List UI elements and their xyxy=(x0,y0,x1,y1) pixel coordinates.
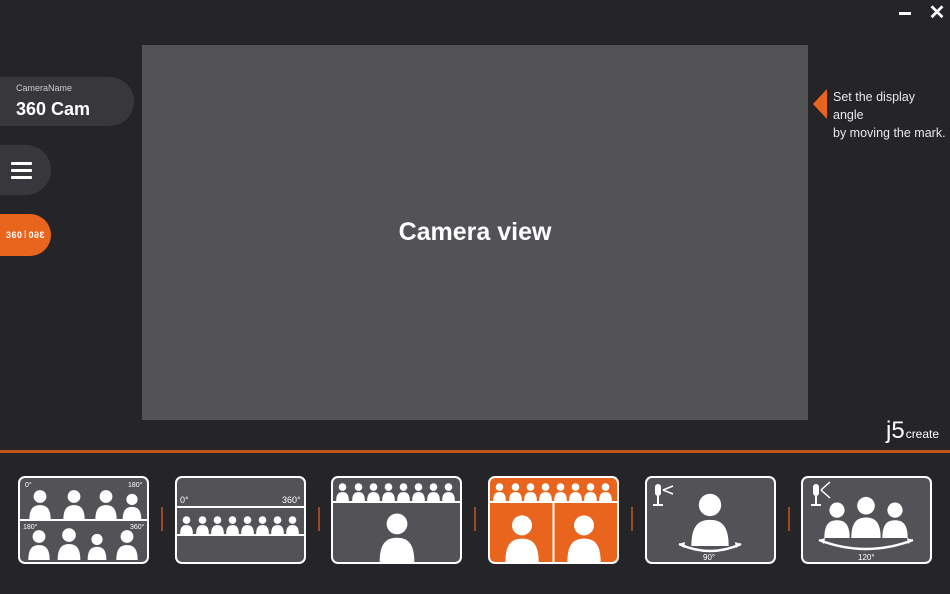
bottom-divider xyxy=(0,450,950,453)
brand-create: create xyxy=(905,427,940,441)
layout-single-angle[interactable]: 90° xyxy=(645,476,776,564)
hamburger-icon xyxy=(11,162,32,183)
mode-360-label-left: 360 xyxy=(6,230,23,240)
quad-label-180-top: 180° xyxy=(128,481,143,489)
layout-quad-view[interactable]: 0° 180° 180° 360° xyxy=(18,476,149,564)
layout-separator xyxy=(318,507,320,531)
layout-separator xyxy=(474,507,476,531)
panorama-label-360: 360° xyxy=(282,495,301,505)
brand-logo: j5 create xyxy=(886,419,939,443)
angle-hint: Set the display angle by moving the mark… xyxy=(833,88,948,142)
layout-separator xyxy=(631,507,633,531)
menu-button[interactable] xyxy=(0,145,51,195)
layout-wide-angle[interactable]: 120° xyxy=(801,476,932,564)
layout-panorama-split[interactable]: 0° 360° xyxy=(175,476,306,564)
panorama-label-0: 0° xyxy=(180,495,189,505)
layout-panorama-plus-single[interactable] xyxy=(331,476,462,564)
quad-label-360: 360° xyxy=(130,523,145,531)
quad-label-180-bottom: 180° xyxy=(23,523,38,531)
hint-line-2: by moving the mark. xyxy=(833,126,946,140)
camera-view-text: Camera view xyxy=(398,218,552,246)
camera-viewport[interactable]: Camera view xyxy=(142,45,808,420)
mode-360-label-right: 360 xyxy=(28,230,45,240)
layout-separator xyxy=(161,507,163,531)
mode-360-button[interactable]: 360 ⁞ 360 xyxy=(0,214,51,256)
camera-name-panel[interactable]: CameraName 360 Cam xyxy=(0,77,134,126)
brand-j5: j5 xyxy=(886,417,905,444)
minimize-icon xyxy=(899,11,911,15)
angle-label-120: 120° xyxy=(858,553,875,562)
angle-label-90: 90° xyxy=(703,553,715,562)
hint-line-1: Set the display angle xyxy=(833,90,915,122)
mode-divider-icon: ⁞ xyxy=(23,229,28,241)
layout-separator xyxy=(788,507,790,531)
layout-panorama-plus-dual[interactable] xyxy=(488,476,619,564)
close-button[interactable]: ✕ xyxy=(927,2,947,24)
minimize-button[interactable] xyxy=(895,4,915,22)
quad-label-0: 0° xyxy=(25,481,32,489)
camera-name-label: CameraName xyxy=(16,83,73,93)
angle-marker-icon[interactable] xyxy=(813,89,827,119)
close-icon: ✕ xyxy=(928,2,946,24)
camera-name-value: 360 Cam xyxy=(16,99,91,119)
